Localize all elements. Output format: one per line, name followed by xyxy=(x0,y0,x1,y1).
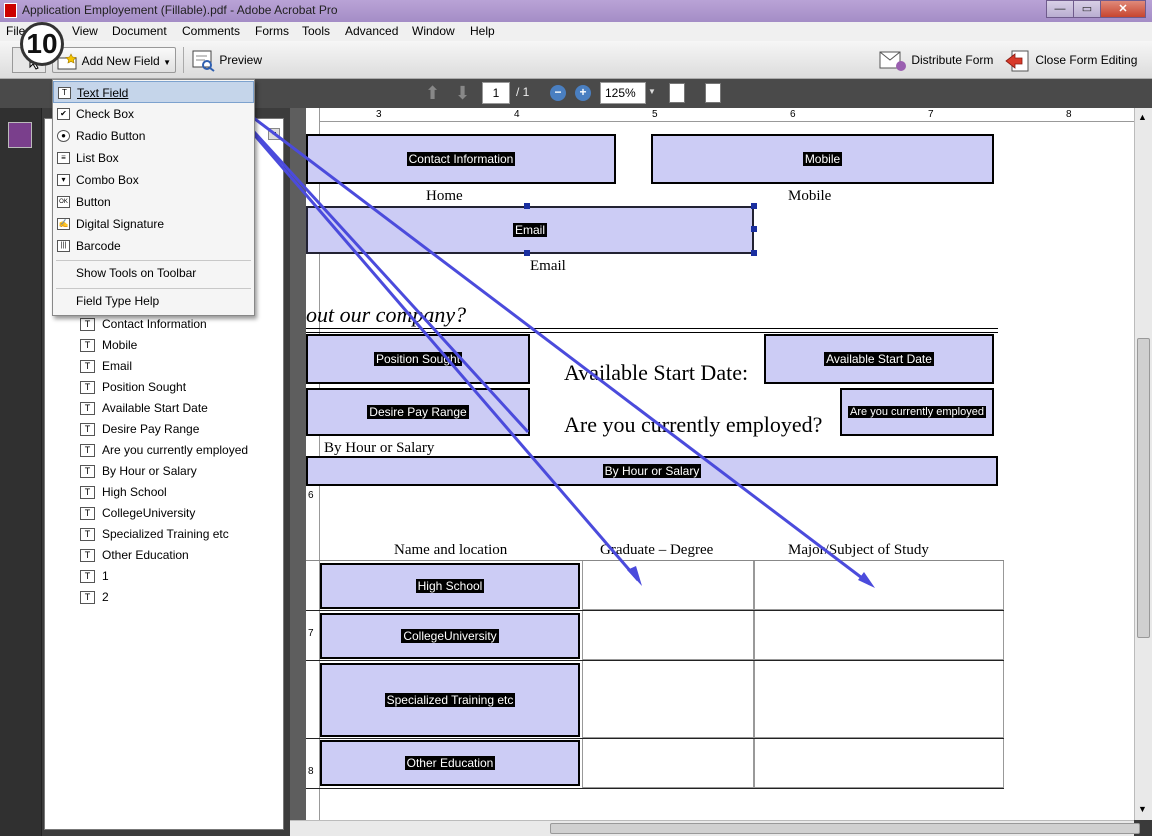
menu-item-barcode[interactable]: ||| Barcode xyxy=(53,235,254,257)
text-field-icon: T xyxy=(58,87,71,99)
menu-separator xyxy=(56,260,251,261)
menu-item-check-box[interactable]: ✔ Check Box xyxy=(53,103,254,125)
button-icon: OK xyxy=(57,196,70,208)
checkbox-icon: ✔ xyxy=(57,108,70,120)
menu-separator xyxy=(56,288,251,289)
menu-item-list-box[interactable]: ≡ List Box xyxy=(53,147,254,169)
menu-item-field-type-help[interactable]: Field Type Help xyxy=(53,290,254,312)
arrow-line xyxy=(212,86,530,434)
barcode-icon: ||| xyxy=(57,240,70,252)
menu-item-text-field[interactable]: T Text Field xyxy=(53,81,254,103)
arrow-line xyxy=(212,87,640,581)
add-field-dropdown: T Text Field ✔ Check Box ● Radio Button ≡ Li… xyxy=(52,79,255,316)
menu-item-button[interactable]: OK Button xyxy=(53,191,254,213)
arrow-head xyxy=(627,566,642,586)
arrow-line xyxy=(213,86,871,586)
menu-item-radio-button[interactable]: ● Radio Button xyxy=(53,125,254,147)
menu-item-digital-signature[interactable]: ✍ Digital Signature xyxy=(53,213,254,235)
combo-box-icon: ▾ xyxy=(57,174,70,186)
menu-item-combo-box[interactable]: ▾ Combo Box xyxy=(53,169,254,191)
arrow-head xyxy=(858,572,875,588)
list-box-icon: ≡ xyxy=(57,152,70,164)
radio-icon: ● xyxy=(57,130,70,142)
signature-icon: ✍ xyxy=(57,218,70,230)
menu-item-show-tools[interactable]: Show Tools on Toolbar xyxy=(53,262,254,284)
